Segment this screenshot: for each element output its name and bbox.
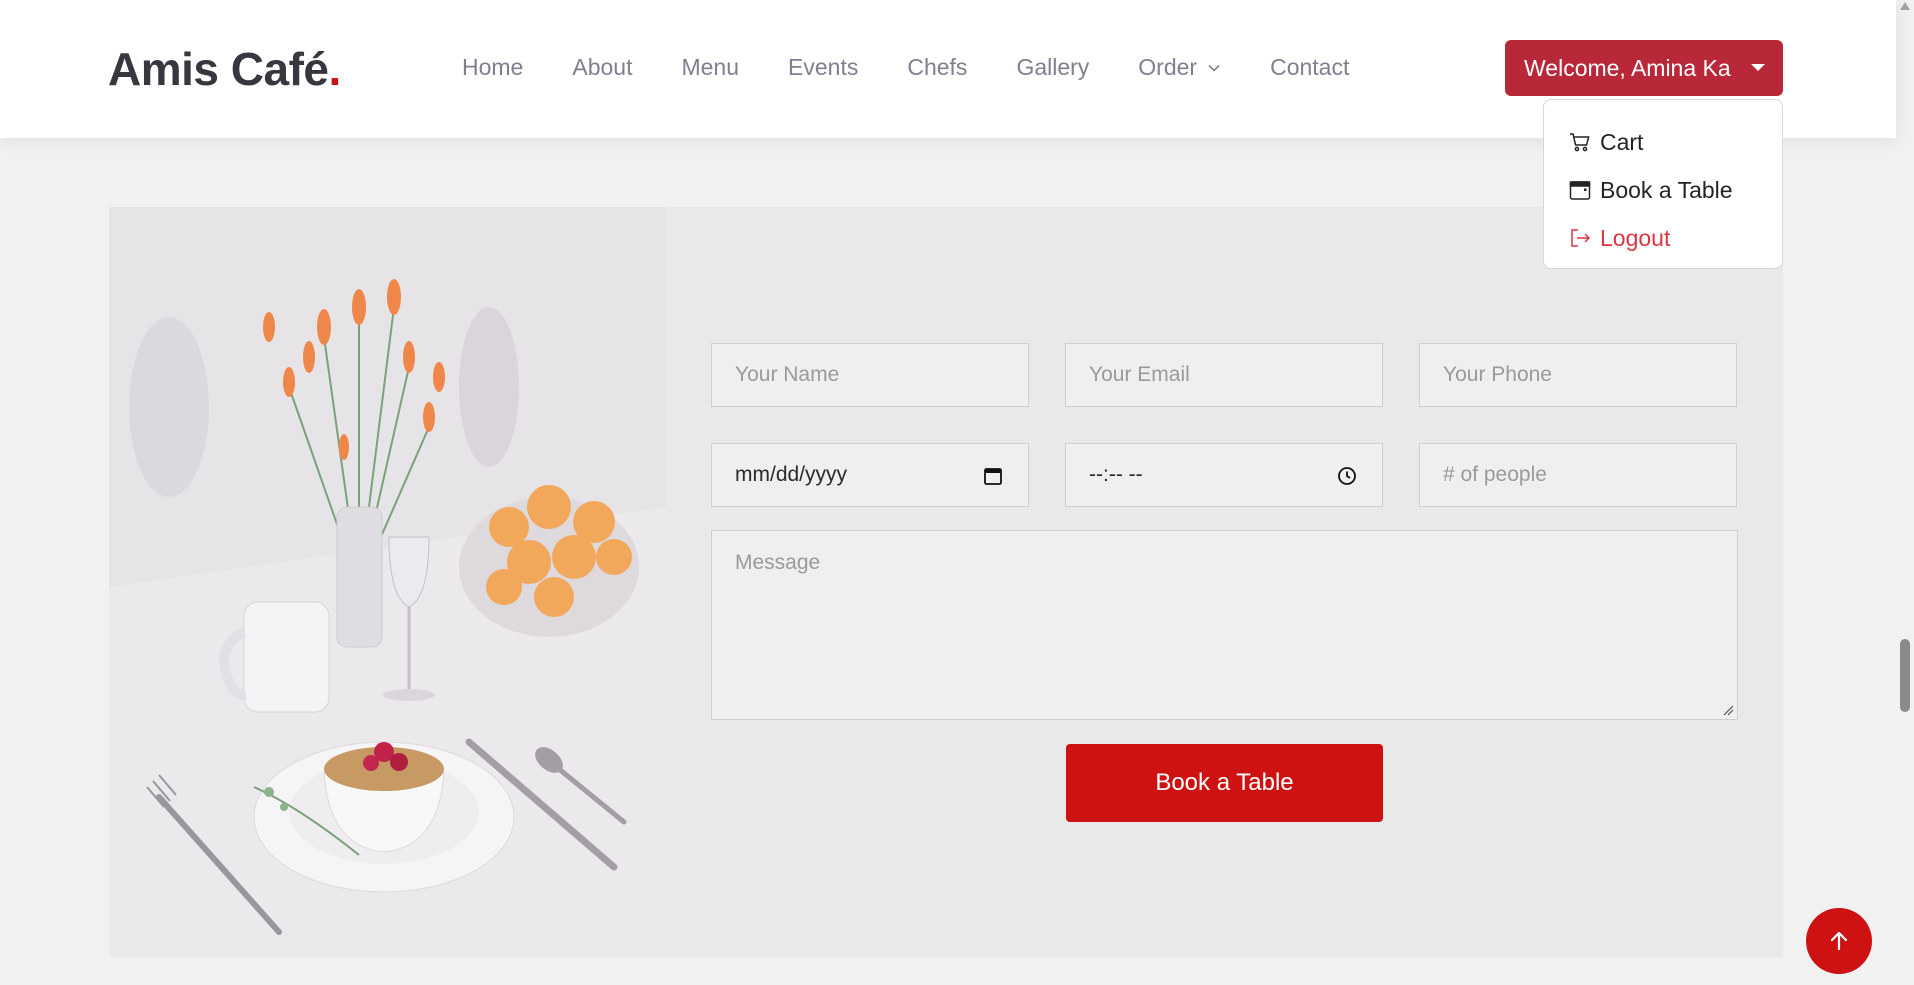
- chevron-down-icon: [1208, 64, 1220, 72]
- name-field[interactable]: Your Name: [711, 343, 1029, 407]
- message-placeholder: Message: [735, 551, 821, 574]
- dropdown-item-logout[interactable]: Logout: [1544, 214, 1782, 262]
- phone-field[interactable]: Your Phone: [1419, 343, 1737, 407]
- nav-about[interactable]: About: [572, 54, 632, 81]
- dropdown-item-label: Cart: [1600, 128, 1644, 155]
- brand-dot: .: [328, 43, 341, 95]
- brand-name: Amis Café: [108, 43, 329, 95]
- time-field[interactable]: --:-- --: [1065, 443, 1383, 507]
- dropdown-item-label: Logout: [1600, 224, 1671, 251]
- cart-icon: [1570, 133, 1590, 152]
- calendar-icon: [1569, 181, 1591, 200]
- people-count-field[interactable]: # of people: [1419, 443, 1737, 507]
- nav-order-label: Order: [1138, 54, 1198, 80]
- resize-handle-icon[interactable]: [1722, 704, 1734, 716]
- welcome-label: Welcome, Amina Ka: [1524, 54, 1731, 81]
- name-placeholder: Your Name: [735, 363, 840, 386]
- nav-menu[interactable]: Menu: [681, 54, 739, 81]
- nav-home[interactable]: Home: [462, 54, 523, 81]
- arrow-up-icon: [1830, 931, 1848, 951]
- nav-chefs[interactable]: Chefs: [907, 54, 967, 81]
- dropdown-item-label: Book a Table: [1600, 176, 1733, 203]
- dropdown-item-cart[interactable]: Cart: [1544, 118, 1782, 166]
- book-table-button-label: Book a Table: [1155, 769, 1294, 796]
- scrollbar-thumb[interactable]: [1900, 639, 1910, 712]
- email-placeholder: Your Email: [1089, 363, 1190, 386]
- nav-gallery[interactable]: Gallery: [1016, 54, 1089, 81]
- caret-down-icon: [1751, 64, 1765, 71]
- date-field[interactable]: mm/dd/yyyy: [711, 443, 1029, 507]
- nav-order[interactable]: Order: [1138, 54, 1221, 81]
- calendar-icon[interactable]: [982, 465, 1004, 487]
- message-textarea[interactable]: Message: [711, 530, 1738, 720]
- nav-contact[interactable]: Contact: [1270, 54, 1349, 81]
- people-placeholder: # of people: [1443, 463, 1547, 486]
- nav-events[interactable]: Events: [788, 54, 858, 81]
- brand-logo[interactable]: Amis Café.: [108, 42, 341, 96]
- book-table-button[interactable]: Book a Table: [1066, 744, 1383, 822]
- time-value: --:-- --: [1089, 463, 1143, 486]
- table-setting-illustration: [109, 207, 666, 957]
- date-value: mm/dd/yyyy: [735, 463, 848, 486]
- main-nav: Home About Menu Events Chefs Gallery Ord…: [462, 54, 1349, 81]
- table-setting-image: [109, 207, 666, 957]
- clock-icon[interactable]: [1336, 465, 1358, 487]
- scroll-up-arrow-icon[interactable]: [1900, 2, 1910, 10]
- user-menu-button[interactable]: Welcome, Amina Ka: [1505, 40, 1783, 96]
- dropdown-item-book-table[interactable]: Book a Table: [1544, 166, 1782, 214]
- logout-icon: [1571, 229, 1591, 247]
- phone-placeholder: Your Phone: [1443, 363, 1552, 386]
- email-field[interactable]: Your Email: [1065, 343, 1383, 407]
- scroll-to-top-button[interactable]: [1806, 908, 1872, 974]
- user-dropdown-menu: Cart Book a Table Logout: [1543, 99, 1783, 269]
- page-scrollbar[interactable]: [1896, 0, 1914, 985]
